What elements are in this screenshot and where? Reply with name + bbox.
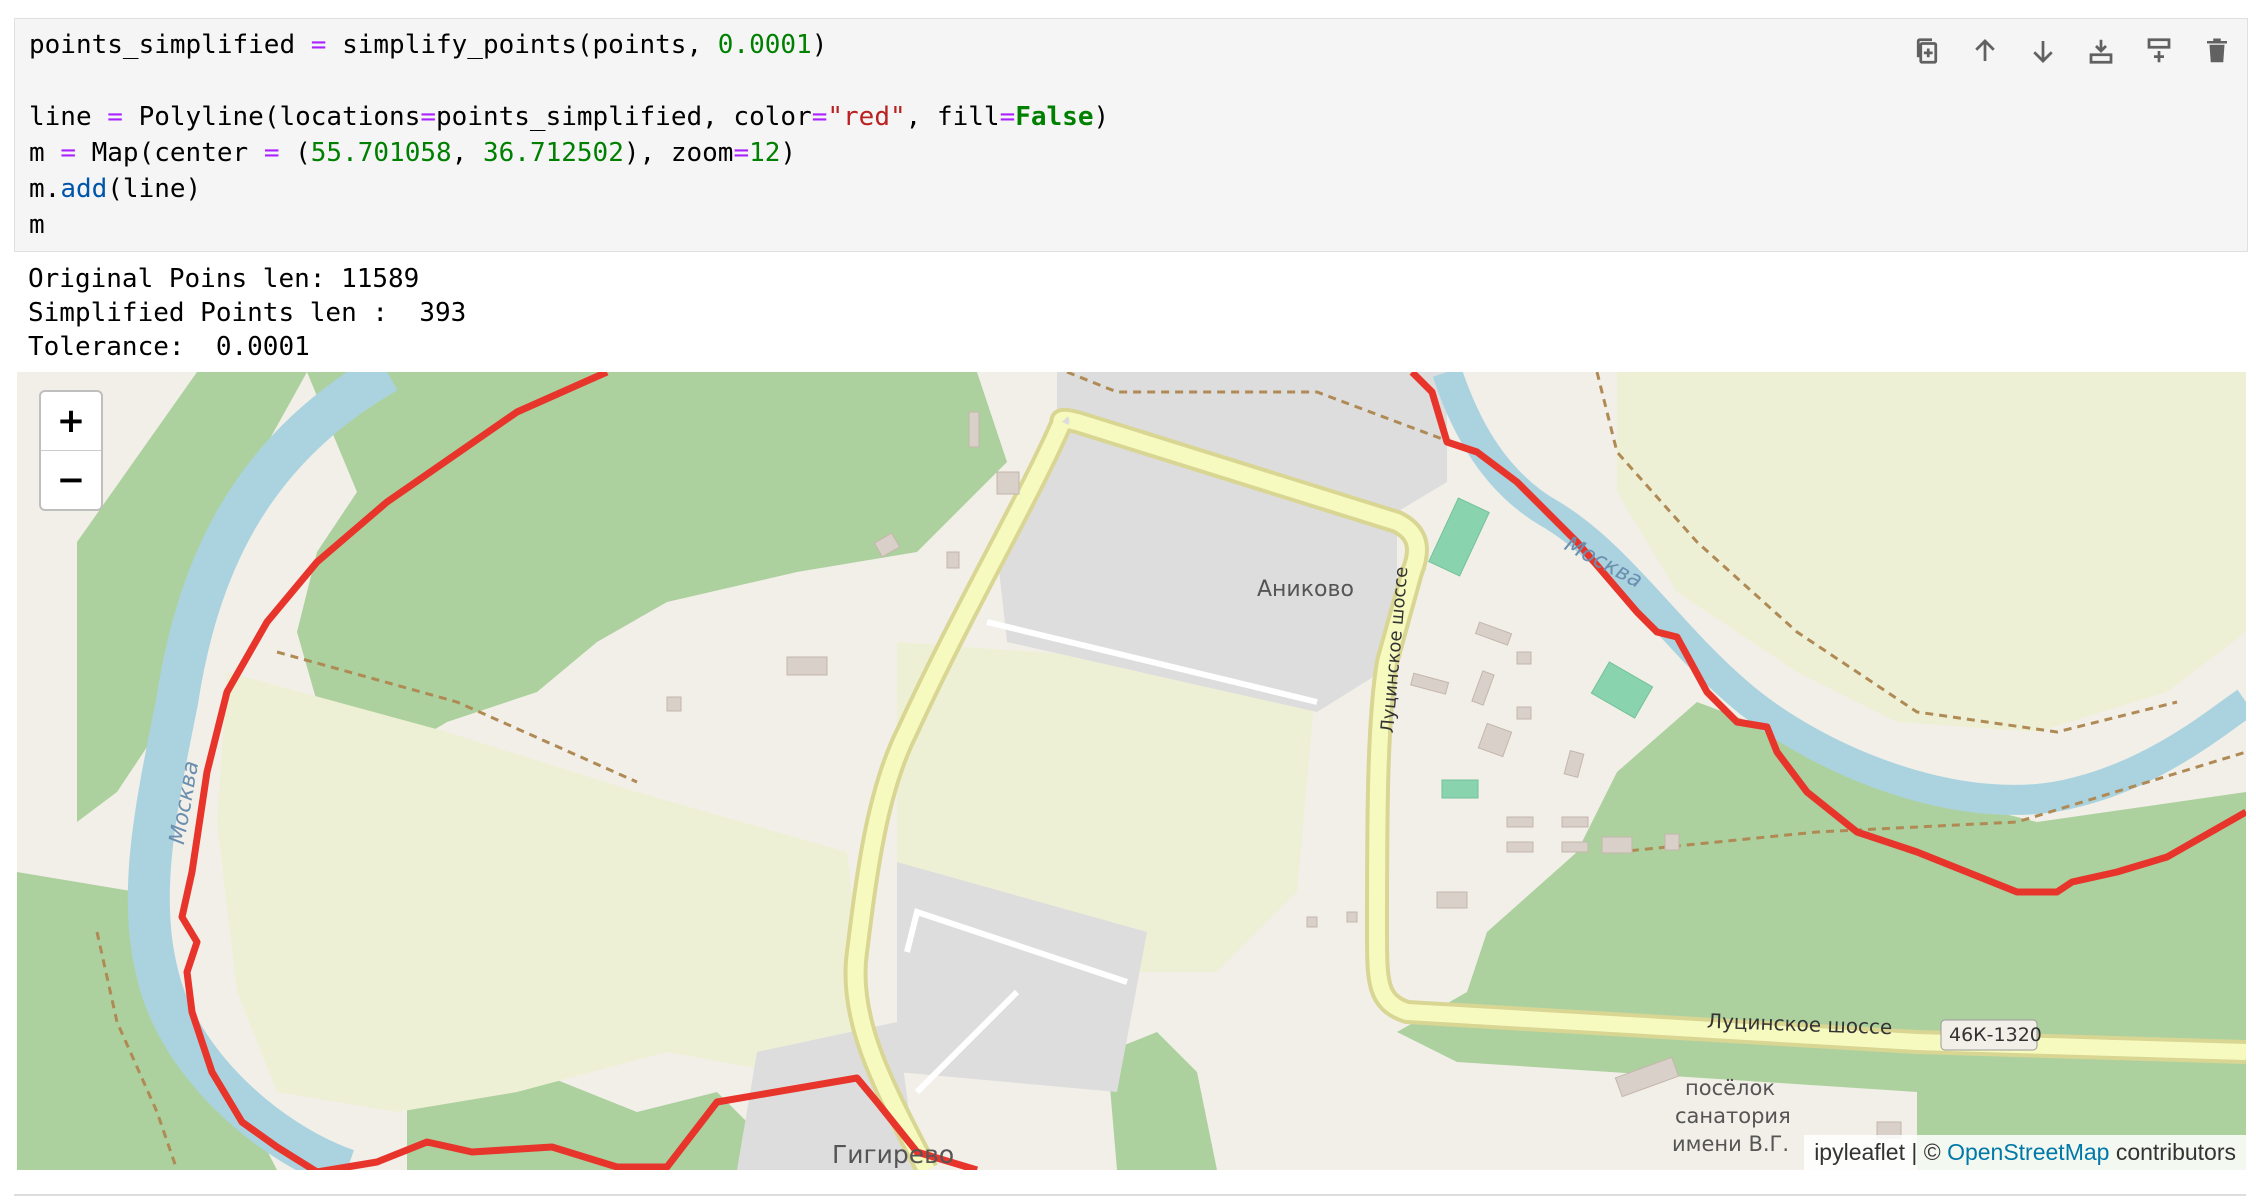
cell-toolbar — [1905, 29, 2239, 73]
code-cell[interactable]: points_simplified = simplify_points(poin… — [14, 18, 2248, 252]
attribution-suffix: contributors — [2109, 1139, 2236, 1165]
zoom-out-button[interactable]: − — [41, 451, 101, 509]
map-tiles — [17, 372, 2246, 1170]
attribution-ipyleaflet[interactable]: ipyleaflet — [1814, 1139, 1905, 1165]
cell-divider — [14, 1194, 2246, 1196]
duplicate-cell-icon — [1916, 38, 1938, 64]
cell-output-text: Original Poins len: 11589 Simplified Poi… — [28, 262, 466, 364]
sports-pitch — [1441, 779, 1479, 799]
output-simplified-len: Simplified Points len : 393 — [28, 298, 467, 328]
move-up-icon — [1975, 39, 1995, 61]
place-label-posyolok-2: санатория — [1675, 1104, 1791, 1128]
move-down-icon — [2033, 41, 2053, 63]
insert-below-button[interactable] — [2137, 29, 2181, 73]
place-label-anikovo: Аниково — [1257, 577, 1354, 602]
code-editor[interactable]: points_simplified = simplify_points(poin… — [29, 27, 1109, 243]
delete-cell-button[interactable] — [2195, 29, 2239, 73]
place-label-posyolok-1: посёлок — [1685, 1076, 1775, 1100]
place-label-gigirevo: Гигирево — [832, 1140, 955, 1169]
attribution-separator: | © — [1904, 1139, 1948, 1165]
leaflet-map[interactable]: Аниково Москва Москва Луцинское шоссе Лу… — [17, 372, 2246, 1170]
insert-above-icon — [2089, 39, 2113, 64]
output-original-len: Original Poins len: 11589 — [28, 264, 420, 294]
osm-link[interactable]: OpenStreetMap — [1947, 1139, 2109, 1165]
move-up-button[interactable] — [1963, 29, 2007, 73]
map-attribution: ipyleaflet | © OpenStreetMap contributor… — [1804, 1135, 2246, 1170]
place-label-posyolok-3: имени В.Г. — [1672, 1132, 1790, 1156]
move-down-button[interactable] — [2021, 29, 2065, 73]
insert-below-icon — [2147, 38, 2171, 63]
zoom-in-button[interactable]: + — [41, 392, 101, 451]
road-number-label: 46К-1320 — [1949, 1024, 2042, 1046]
output-tolerance: Tolerance: 0.0001 — [28, 332, 310, 362]
zoom-control: + − — [39, 390, 103, 511]
duplicate-cell-button[interactable] — [1905, 29, 1949, 73]
delete-cell-icon — [2207, 38, 2227, 63]
insert-above-button[interactable] — [2079, 29, 2123, 73]
